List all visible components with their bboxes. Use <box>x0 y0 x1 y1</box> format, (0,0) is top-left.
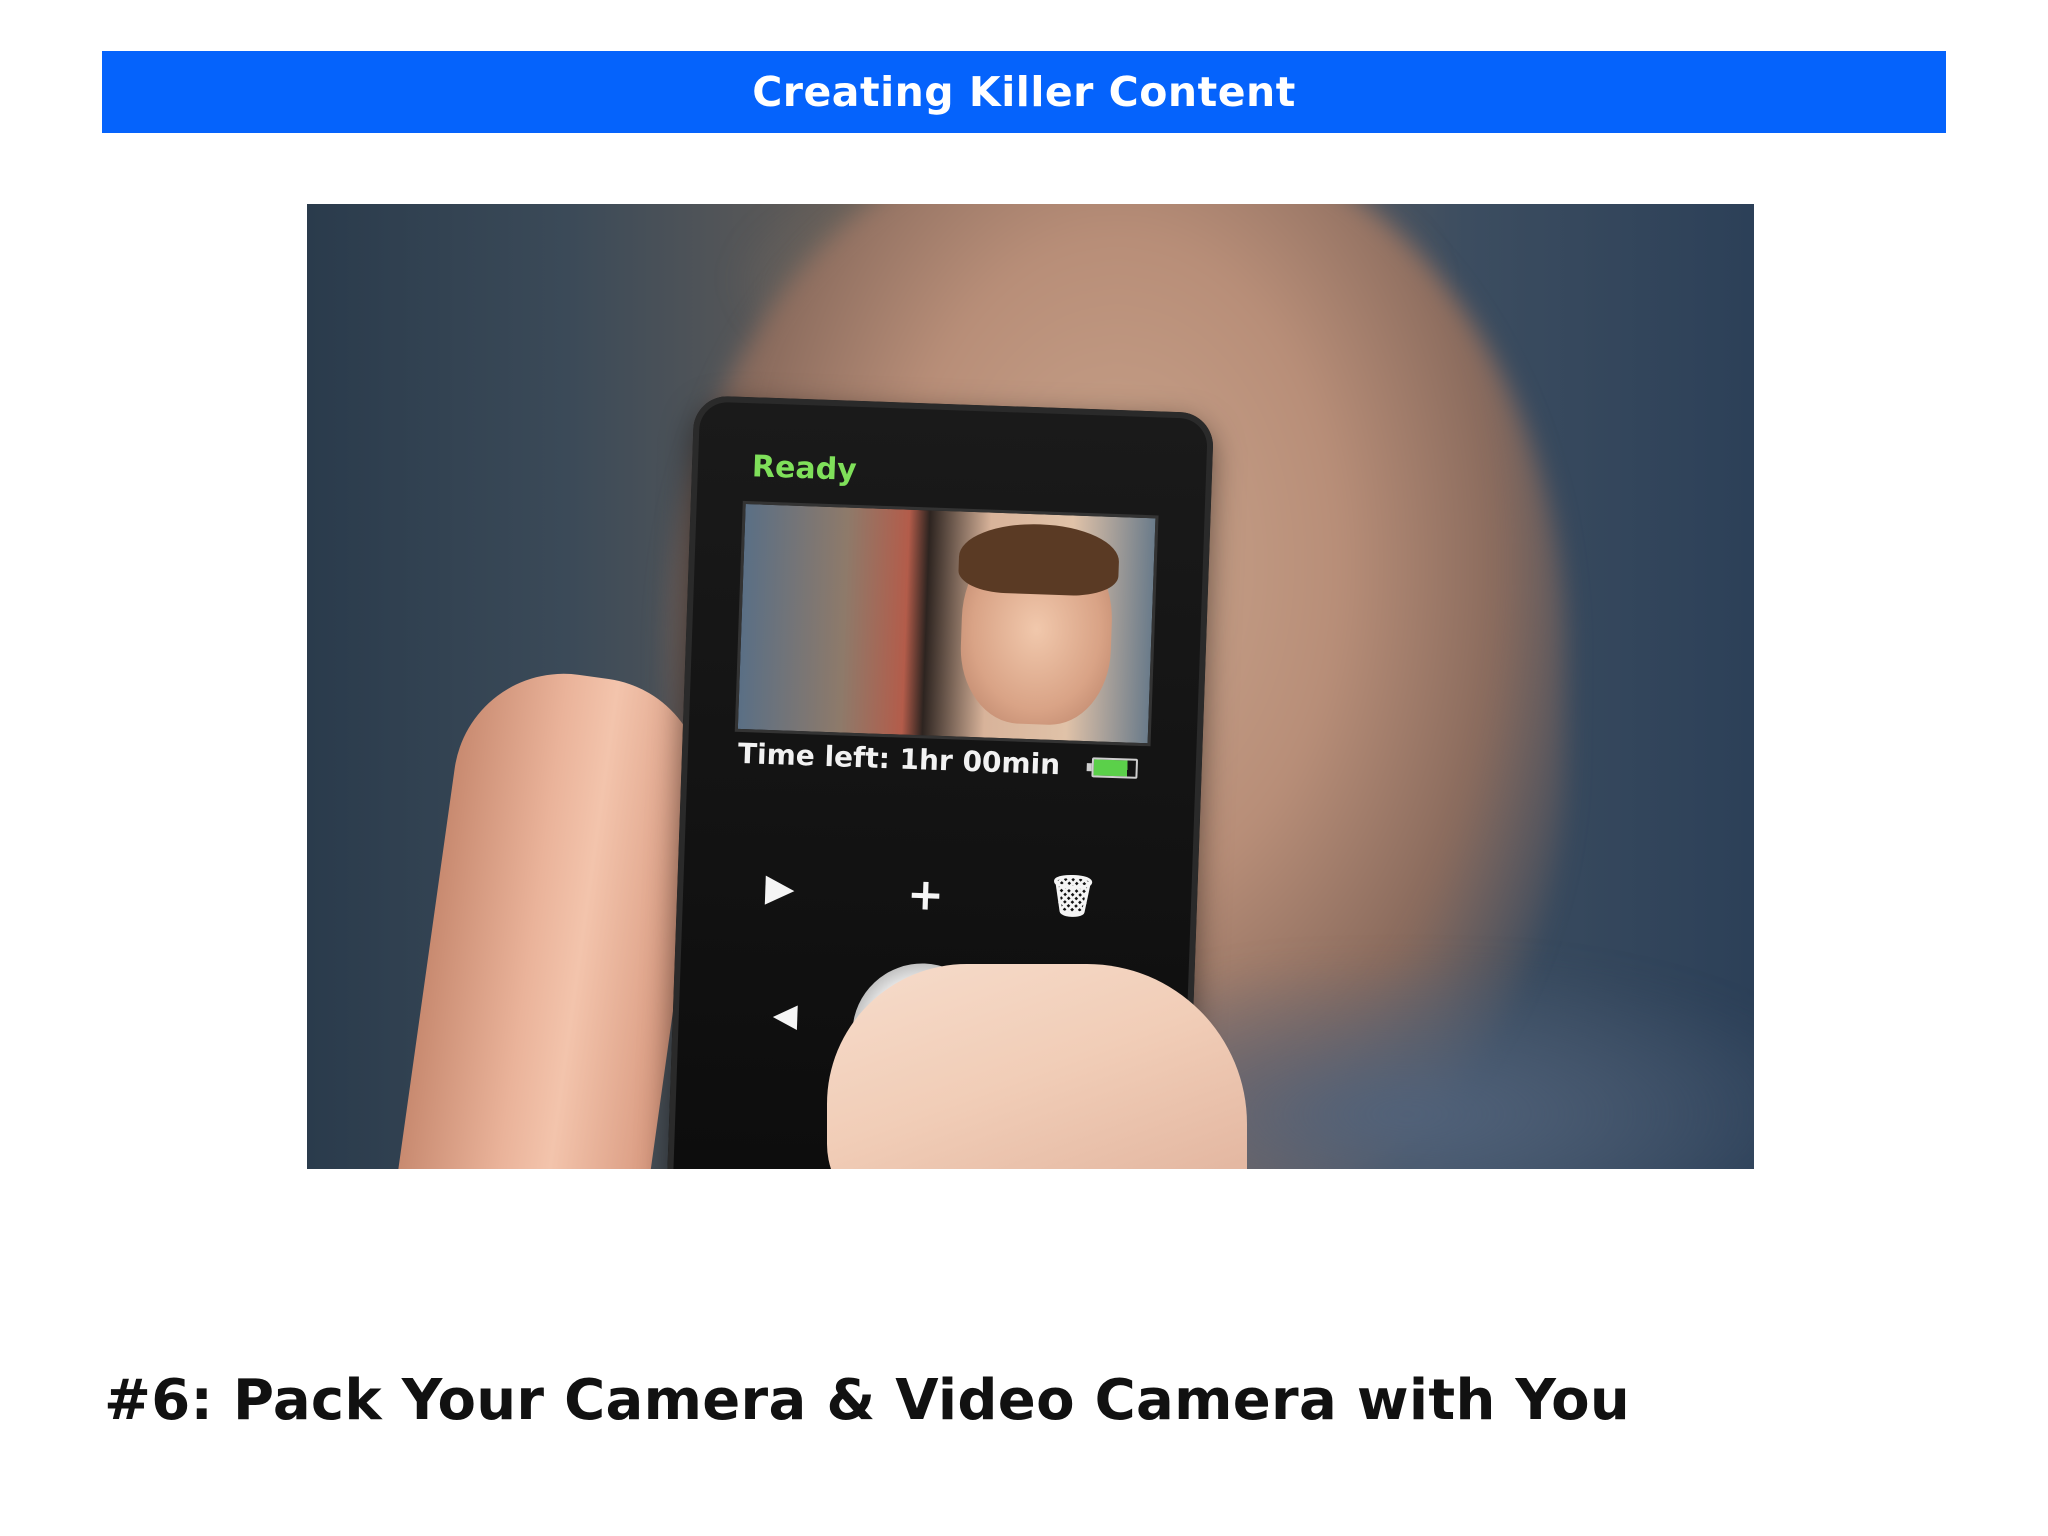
thumb <box>386 659 718 1169</box>
plus-icon: + <box>906 868 945 922</box>
screen-hair <box>957 521 1121 598</box>
device-screen <box>734 500 1159 747</box>
play-icon: ▶ <box>764 864 796 910</box>
header-title: Creating Killer Content <box>752 68 1296 116</box>
battery-icon <box>1091 757 1139 779</box>
device-status-text: Ready <box>751 449 858 488</box>
header-bar: Creating Killer Content <box>102 51 1946 133</box>
device-time-text: Time left: 1hr 00min <box>737 736 1061 782</box>
camera-photo: Ready Time left: 1hr 00min ▶ + 🗑 ◀ <box>307 204 1754 1169</box>
back-icon: ◀ <box>772 995 799 1035</box>
slide-caption: #6: Pack Your Camera & Video Camera with… <box>104 1368 1631 1433</box>
slide: Creating Killer Content Ready Time left:… <box>0 0 2048 1536</box>
trash-icon: 🗑 <box>1046 872 1099 921</box>
